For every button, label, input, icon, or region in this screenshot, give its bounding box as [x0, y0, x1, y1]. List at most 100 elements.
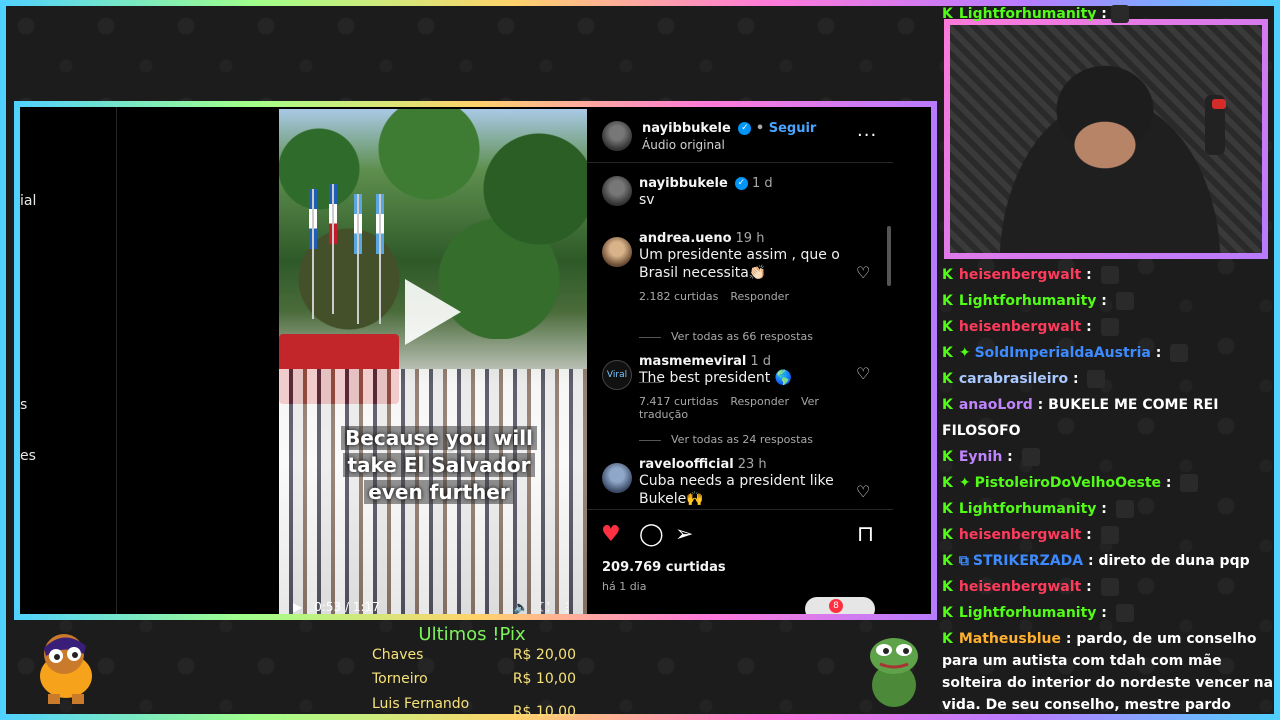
avatar[interactable] — [602, 176, 632, 206]
chat-message: K Lightforhumanity : — [940, 496, 1276, 522]
comment-likes[interactable]: 2.182 curtidas — [639, 290, 718, 303]
pix-name: Torneiro — [372, 671, 428, 687]
chat-username[interactable]: heisenbergwalt — [959, 267, 1081, 283]
avatar[interactable]: Viral — [602, 360, 632, 390]
kick-badge-icon: K — [942, 6, 953, 22]
follow-button[interactable]: Seguir — [769, 121, 817, 136]
comments-scrollbar[interactable] — [887, 226, 891, 286]
chat-username[interactable]: Lightforhumanity — [959, 6, 1097, 22]
chat-username[interactable]: Lightforhumanity — [959, 501, 1097, 517]
chat-username[interactable]: Lightforhumanity — [959, 605, 1097, 621]
chat-message: K Lightforhumanity : — [940, 288, 1276, 314]
chat-username[interactable]: Lightforhumanity — [959, 293, 1097, 309]
chat-text: direto de duna pqp — [1098, 553, 1250, 569]
chat-message: Kheisenbergwalt : — [940, 314, 1276, 340]
chat-username[interactable]: Matheusblue — [959, 631, 1061, 647]
emote-icon — [1115, 292, 1134, 310]
chat-top-line: K Lightforhumanity : — [940, 5, 1276, 23]
comment-username[interactable]: raveloofficial — [639, 457, 734, 472]
comments-list: nayibbukele ✓ 1 d sv andrea.ueno 19 h Um p… — [587, 164, 893, 509]
chat-panel: Kheisenbergwalt : K Lightforhumanity : Kh… — [940, 262, 1276, 714]
video-more-icon[interactable]: ⋮ — [561, 600, 573, 614]
video-caption: Because you will take El Salvador even f… — [319, 425, 559, 506]
chat-separator: : — [1002, 449, 1018, 465]
notification-pill[interactable]: 8 — [805, 597, 875, 614]
share-icon[interactable]: ➢ — [675, 522, 693, 547]
chat-username[interactable]: carabrasileiro — [959, 371, 1068, 387]
view-replies-button[interactable]: Ver todas as 24 respostas — [639, 433, 813, 446]
heart-outline-icon[interactable]: ♡ — [856, 263, 870, 282]
comment-username[interactable]: masmemeviral — [639, 354, 746, 369]
likes-count[interactable]: 209.769 curtidas — [602, 560, 726, 575]
kick-badge-icon: K — [942, 527, 953, 543]
comment-username[interactable]: andrea.ueno — [639, 231, 732, 246]
chat-username[interactable]: PistoleiroDoVelhoOeste — [975, 475, 1161, 491]
emote-icon — [1100, 266, 1119, 284]
chat-separator: : — [1083, 553, 1099, 569]
kick-badge-icon: K — [942, 631, 953, 647]
heart-outline-icon[interactable]: ♡ — [856, 482, 870, 501]
instagram-panel: nayibbukele ✓ • Seguir Áudio original ··… — [587, 109, 893, 614]
comment-head: raveloofficial 23 h — [639, 457, 849, 472]
comment-likes[interactable]: 7.417 curtidas — [639, 395, 718, 408]
comment-icon[interactable]: ◯ — [639, 522, 664, 547]
chat-username[interactable]: SoldImperialdaAustria — [975, 345, 1151, 361]
verified-icon: ✓ — [738, 122, 752, 135]
kick-badge-icon: K — [942, 371, 953, 387]
reply-button[interactable]: Responder — [730, 395, 789, 408]
header-username-line: nayibbukele ✓ • Seguir — [642, 121, 816, 136]
pix-amount: R$ 20,00 — [512, 647, 576, 663]
chat-username[interactable]: anaoLord — [959, 397, 1033, 413]
notification-badge: 8 — [829, 599, 843, 613]
kick-badge-icon: K — [942, 397, 953, 413]
play-icon[interactable] — [405, 279, 461, 345]
header-username[interactable]: nayibbukele — [642, 121, 731, 136]
comment-item: Viral masmemeviral 1 d The best president… — [602, 354, 883, 421]
caption-head: nayibbukele ✓ 1 d — [639, 176, 883, 191]
chat-username[interactable]: heisenbergwalt — [959, 527, 1081, 543]
pix-row: Chaves R$ 20,00 — [372, 647, 576, 663]
avatar[interactable] — [602, 237, 632, 267]
caption-line: even further — [364, 480, 514, 504]
chat-message: Kheisenbergwalt : — [940, 522, 1276, 548]
view-replies-button[interactable]: Ver todas as 66 respostas — [639, 330, 813, 343]
chat-username[interactable]: Eynih — [959, 449, 1002, 465]
avatar[interactable] — [602, 463, 632, 493]
heart-outline-icon[interactable]: ♡ — [856, 364, 870, 383]
chat-username[interactable]: heisenbergwalt — [959, 579, 1081, 595]
pix-amount: R$ 10,00 — [512, 704, 576, 720]
chat-message: K ⧉ STRIKERZADA : direto de duna pqp — [940, 548, 1276, 574]
sub-badge-icon: ✦ — [958, 345, 971, 361]
emote-icon — [1087, 370, 1106, 388]
chat-username[interactable]: STRIKERZADA — [973, 553, 1083, 569]
comment-item: andrea.ueno 19 h Um presidente assim , qu… — [602, 231, 883, 303]
chat-message: Kheisenbergwalt : — [940, 262, 1276, 288]
comment-text: Um presidente assim , que o Brasil neces… — [639, 247, 840, 281]
avatar[interactable] — [602, 121, 632, 151]
volume-icon[interactable]: 🔈 — [514, 600, 529, 614]
flag — [309, 189, 317, 319]
more-options-icon[interactable]: ··· — [857, 125, 877, 146]
chat-separator: : — [1068, 371, 1084, 387]
chat-username[interactable]: heisenbergwalt — [959, 319, 1081, 335]
kick-badge-icon: K — [942, 449, 953, 465]
heart-filled-icon[interactable]: ♥ — [601, 522, 621, 547]
bookmark-icon[interactable]: ⊓ — [857, 522, 874, 547]
chat-separator: : — [1081, 579, 1097, 595]
pix-row: Torneiro R$ 10,00 — [372, 671, 576, 687]
reply-button[interactable]: Responder — [730, 290, 789, 303]
audio-label[interactable]: Áudio original — [642, 138, 725, 152]
fullscreen-icon[interactable]: ⛶ — [541, 600, 549, 615]
video-time: 0:53 / 1:17 — [314, 600, 380, 614]
pix-title: Ultimos !Pix — [418, 624, 526, 645]
caption-text: sv — [639, 192, 655, 208]
chat-separator: : — [1161, 475, 1177, 491]
emote-icon — [1100, 526, 1119, 544]
comment-head: andrea.ueno 19 h — [639, 231, 849, 246]
reel-video[interactable]: Because you will take El Salvador even f… — [279, 109, 587, 614]
comment-head: masmemeviral 1 d — [639, 354, 849, 369]
caption-username[interactable]: nayibbukele — [639, 176, 728, 191]
left-pane: ial s es — [20, 107, 278, 614]
play-small-icon[interactable]: ▶ — [293, 600, 302, 614]
chat-message: KanaoLord : BUKELE ME COME REI FILOSOFO — [940, 392, 1276, 444]
